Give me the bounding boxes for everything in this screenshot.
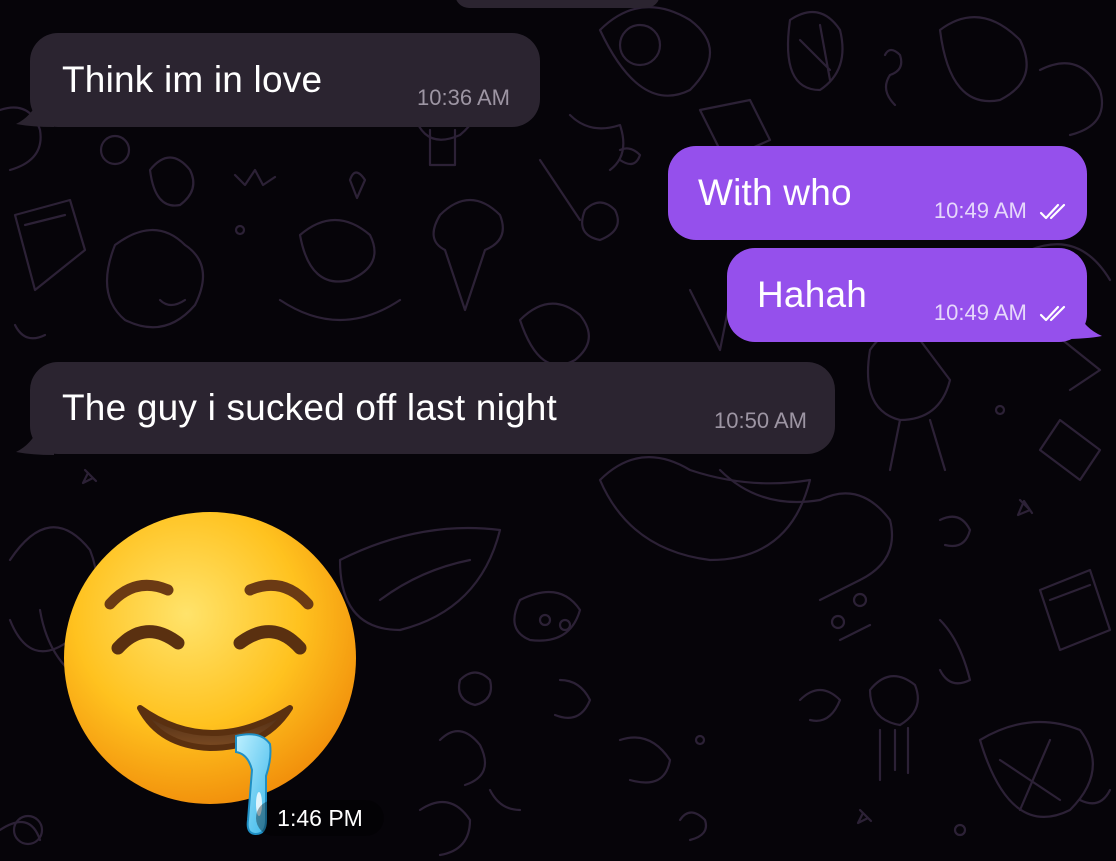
- drooling-face-sticker[interactable]: [60, 508, 370, 838]
- bubble-tail-incoming: [16, 428, 54, 455]
- message-bubble-outgoing[interactable]: With who 10:49 AM: [668, 146, 1087, 240]
- message-time-value: 10:49 AM: [933, 198, 1027, 223]
- bubble-tail-incoming: [16, 100, 54, 127]
- message-bubble-outgoing[interactable]: Hahah 10:49 AM: [727, 248, 1087, 342]
- message-timestamp: 10:36 AM: [417, 85, 510, 110]
- bubble-tail-outgoing: [1062, 312, 1102, 339]
- double-check-icon: [1039, 204, 1066, 220]
- message-text: Think im in love: [62, 59, 323, 100]
- message-text: The guy i sucked off last night: [62, 387, 558, 428]
- message-timestamp: 10:49 AM: [934, 300, 1069, 326]
- message-text: Hahah: [757, 274, 868, 315]
- previous-message-bubble[interactable]: [455, 0, 660, 8]
- sticker-timestamp: 1:46 PM: [256, 800, 384, 836]
- message-timestamp: 10:49 AM: [934, 198, 1069, 224]
- message-bubble-incoming[interactable]: The guy i sucked off last night 10:50 AM: [30, 362, 835, 454]
- message-timestamp: 10:50 AM: [714, 408, 807, 433]
- message-time-value: 10:49 AM: [933, 300, 1027, 325]
- message-text: With who: [698, 172, 852, 213]
- message-bubble-incoming[interactable]: Think im in love 10:36 AM: [30, 33, 540, 127]
- chat-window: Think im in love 10:36 AM With who 10:49…: [0, 0, 1116, 861]
